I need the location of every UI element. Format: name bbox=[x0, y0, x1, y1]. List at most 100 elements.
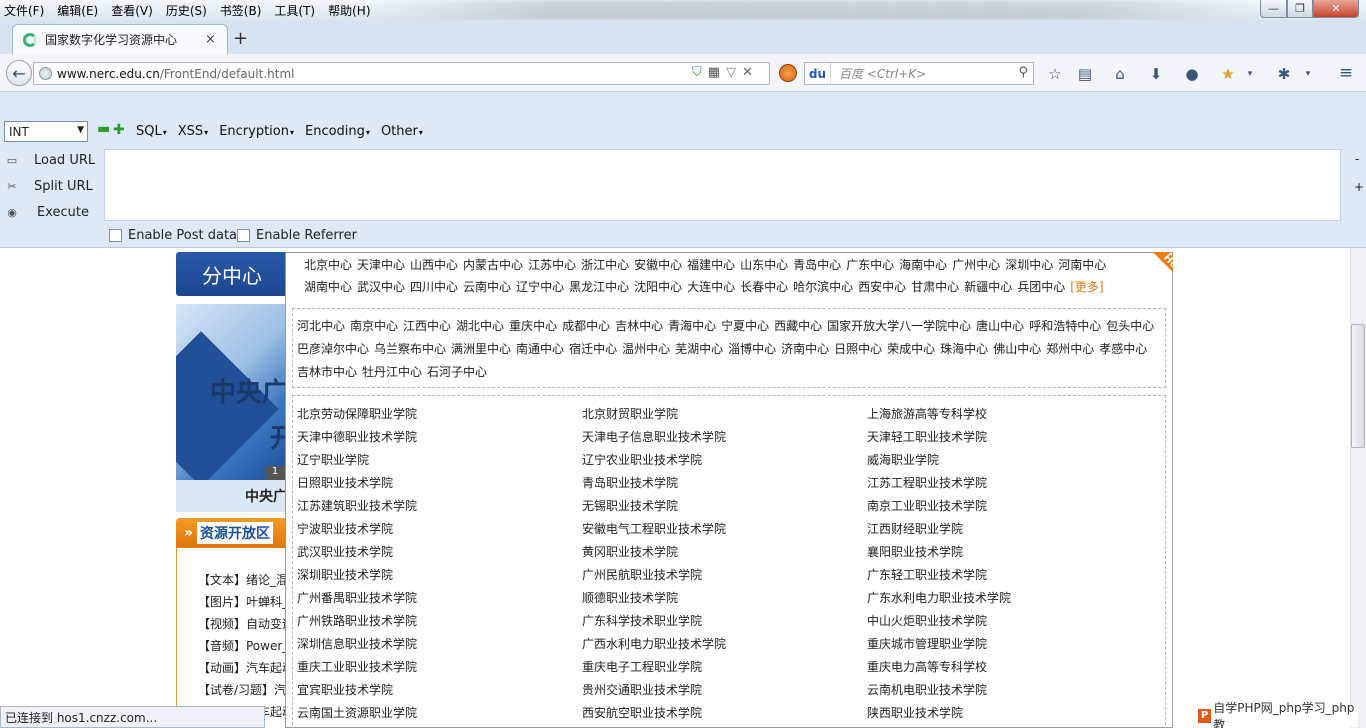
school-link[interactable]: 南京工业职业技术学院 bbox=[867, 495, 1157, 518]
center-link[interactable]: 日照中心 bbox=[834, 342, 882, 356]
center-link[interactable]: 宁夏中心 bbox=[721, 319, 769, 333]
expand-icon[interactable]: + bbox=[1354, 180, 1364, 194]
school-link[interactable]: 武汉职业技术学院 bbox=[297, 541, 582, 564]
school-link[interactable]: 广东轻工职业技术学院 bbox=[867, 564, 1157, 587]
center-link[interactable]: 新疆中心 bbox=[964, 280, 1012, 294]
banner-image[interactable]: 中央广 开 1 bbox=[176, 304, 288, 480]
center-link[interactable]: 温州中心 bbox=[622, 342, 670, 356]
school-link[interactable]: 威海职业学院 bbox=[867, 449, 1157, 472]
school-link[interactable]: 江西财经职业学院 bbox=[867, 518, 1157, 541]
school-link[interactable]: 陕西职业技术学院 bbox=[867, 702, 1157, 725]
center-link[interactable]: 济南中心 bbox=[781, 342, 829, 356]
school-link[interactable]: 深圳信息职业技术学院 bbox=[297, 633, 582, 656]
bug-dropdown-icon[interactable]: ▾ bbox=[1298, 64, 1318, 84]
search-input[interactable]: 百度 <Ctrl+K> bbox=[839, 65, 926, 82]
center-link[interactable]: 呼和浩特中心 bbox=[1029, 319, 1101, 333]
dropdown-icon[interactable]: ▽ bbox=[726, 65, 736, 80]
center-link[interactable]: 北京中心 bbox=[304, 258, 352, 272]
checkbox[interactable] bbox=[109, 229, 122, 242]
school-link[interactable]: 顺德职业技术学院 bbox=[582, 587, 867, 610]
shield-icon[interactable]: ⛉ bbox=[692, 65, 702, 80]
center-link[interactable]: 国家开放大学八一学院中心 bbox=[827, 319, 971, 333]
center-link[interactable]: 淄博中心 bbox=[728, 342, 776, 356]
center-link[interactable]: 深圳中心 bbox=[1005, 258, 1053, 272]
center-link[interactable]: 巴彦淖尔中心 bbox=[297, 342, 369, 356]
stop-icon[interactable]: ✕ bbox=[742, 65, 753, 80]
new-tab-button[interactable]: + bbox=[233, 28, 248, 49]
close-window-button[interactable]: ✕ bbox=[1313, 0, 1359, 18]
center-link[interactable]: 孝感中心 bbox=[1099, 342, 1147, 356]
qr-code-icon[interactable]: ▦ bbox=[708, 65, 720, 80]
center-link[interactable]: 福建中心 bbox=[687, 258, 735, 272]
banner-caption[interactable]: 中央广 bbox=[176, 480, 288, 512]
menu-item[interactable]: 编辑(E) bbox=[57, 2, 98, 19]
school-link[interactable]: 广州民航职业技术学院 bbox=[582, 564, 867, 587]
center-link[interactable]: 云南中心 bbox=[463, 280, 511, 294]
center-link[interactable]: 海南中心 bbox=[899, 258, 947, 272]
center-link[interactable]: 天津中心 bbox=[357, 258, 405, 272]
school-link[interactable]: 无锡职业技术学院 bbox=[582, 495, 867, 518]
school-link[interactable]: 安徽电气工程职业技术学院 bbox=[582, 518, 867, 541]
school-link[interactable]: 重庆工业职业技术学院 bbox=[297, 656, 582, 679]
school-link[interactable]: 重庆电子工程职业学院 bbox=[582, 656, 867, 679]
center-link[interactable]: 四川中心 bbox=[410, 280, 458, 294]
center-link[interactable]: 成都中心 bbox=[562, 319, 610, 333]
menu-encryption[interactable]: Encryption bbox=[219, 124, 294, 139]
branch-center-tab[interactable]: 分中心 bbox=[176, 252, 298, 296]
school-link[interactable]: 襄阳职业技术学院 bbox=[867, 541, 1157, 564]
school-link[interactable]: 中山火炬职业技术学院 bbox=[867, 610, 1157, 633]
url-bar[interactable]: www.nerc.edu.cn /FrontEnd/default.html bbox=[33, 62, 770, 85]
school-link[interactable]: 上海旅游高等专科学校 bbox=[867, 403, 1157, 426]
school-link[interactable]: 广东水利电力职业技术学院 bbox=[867, 587, 1157, 610]
download-icon[interactable]: ⬇ bbox=[1146, 64, 1166, 84]
enable-referrer-checkbox[interactable]: Enable Referrer bbox=[237, 228, 357, 243]
center-link[interactable]: 山东中心 bbox=[740, 258, 788, 272]
center-link[interactable]: 吉林中心 bbox=[615, 319, 663, 333]
center-link[interactable]: 甘肃中心 bbox=[911, 280, 959, 294]
school-link[interactable]: 天津中德职业技术学院 bbox=[297, 426, 582, 449]
menu-item[interactable]: 文件(F) bbox=[4, 2, 44, 19]
hackbar-textarea[interactable] bbox=[104, 149, 1341, 221]
school-link[interactable]: 宁波职业技术学院 bbox=[297, 518, 582, 541]
center-link[interactable]: 沈阳中心 bbox=[634, 280, 682, 294]
menu-item[interactable]: 书签(B) bbox=[220, 2, 262, 19]
menu-icon[interactable]: ≡ bbox=[1336, 63, 1356, 83]
search-bar[interactable]: du 百度 <Ctrl+K> ⚲ bbox=[804, 62, 1034, 85]
center-link[interactable]: 珠海中心 bbox=[940, 342, 988, 356]
tab-close-icon[interactable]: × bbox=[205, 32, 216, 47]
school-link[interactable]: 北京财贸职业学院 bbox=[582, 403, 867, 426]
center-link[interactable]: 西藏中心 bbox=[774, 319, 822, 333]
center-link[interactable]: 唐山中心 bbox=[976, 319, 1024, 333]
browser-tab[interactable]: 国家数字化学习资源中心 bbox=[12, 24, 228, 54]
school-link[interactable]: 天津轻工职业技术学院 bbox=[867, 426, 1157, 449]
menu-encoding[interactable]: Encoding bbox=[305, 124, 370, 139]
school-link[interactable]: 广州铁路职业技术学院 bbox=[297, 610, 582, 633]
school-link[interactable]: 重庆城市管理职业学院 bbox=[867, 633, 1157, 656]
school-link[interactable]: 云南国土资源职业学院 bbox=[297, 702, 582, 725]
school-link[interactable]: 江苏工程职业技术学院 bbox=[867, 472, 1157, 495]
center-link[interactable]: 安徽中心 bbox=[634, 258, 682, 272]
center-link[interactable]: 牡丹江中心 bbox=[362, 365, 422, 379]
banner-index[interactable]: 1 bbox=[265, 466, 285, 480]
center-link[interactable]: 石河子中心 bbox=[427, 365, 487, 379]
center-link[interactable]: 黑龙江中心 bbox=[569, 280, 629, 294]
menu-item[interactable]: 工具(T) bbox=[274, 2, 315, 19]
school-link[interactable]: 云南机电职业技术学院 bbox=[867, 679, 1157, 702]
center-link[interactable]: 大连中心 bbox=[687, 280, 735, 294]
center-link[interactable]: 宿迁中心 bbox=[569, 342, 617, 356]
minus-icon[interactable]: ▬ bbox=[97, 122, 110, 136]
int-select[interactable]: INT ▼ bbox=[4, 121, 88, 142]
shrink-icon[interactable]: - bbox=[1355, 152, 1359, 166]
extension-icon[interactable]: ★ bbox=[1218, 64, 1238, 84]
center-link[interactable]: 重庆中心 bbox=[509, 319, 557, 333]
enable-post-checkbox[interactable]: Enable Post data bbox=[109, 228, 237, 243]
center-link[interactable]: 青海中心 bbox=[668, 319, 716, 333]
center-link[interactable]: 武汉中心 bbox=[357, 280, 405, 294]
plus-icon[interactable]: ✚ bbox=[113, 122, 125, 138]
center-link[interactable]: 辽宁中心 bbox=[516, 280, 564, 294]
star-icon[interactable]: ☆ bbox=[1045, 64, 1065, 84]
center-link[interactable]: 南京中心 bbox=[350, 319, 398, 333]
center-link[interactable]: 河南中心 bbox=[1058, 258, 1106, 272]
school-link[interactable]: 贵州交通职业技术学院 bbox=[582, 679, 867, 702]
center-link[interactable]: 哈尔滨中心 bbox=[793, 280, 853, 294]
